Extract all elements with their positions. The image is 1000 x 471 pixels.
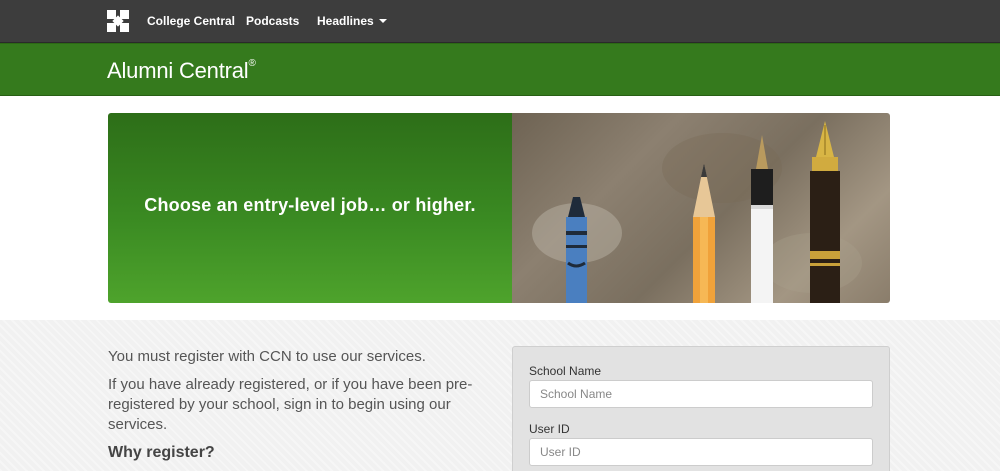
user-id-input[interactable] — [529, 438, 873, 466]
school-name-input[interactable] — [529, 380, 873, 408]
writing-tools-illustration — [566, 121, 840, 303]
page-title: Alumni Central® — [107, 58, 256, 84]
top-navbar: College Central Podcasts Headlines — [0, 0, 1000, 43]
registered-mark: ® — [248, 57, 256, 69]
college-central-logo-icon[interactable] — [107, 10, 129, 32]
nav-college-central[interactable]: College Central — [147, 0, 235, 43]
hero-banner: Choose an entry-level job… or higher. — [108, 113, 890, 303]
why-register-heading: Why register? — [108, 444, 215, 461]
brand-bar: Alumni Central® — [0, 43, 1000, 96]
hero-green-panel: Choose an entry-level job… or higher. — [108, 113, 512, 303]
user-id-label: User ID — [529, 422, 570, 436]
login-panel: School Name User ID — [512, 346, 890, 471]
nav-headlines-label: Headlines — [317, 14, 374, 28]
nav-headlines-dropdown[interactable]: Headlines — [317, 0, 387, 43]
caret-down-icon — [378, 18, 387, 23]
hero-writing-tools-image — [512, 113, 890, 303]
nav-podcasts[interactable]: Podcasts — [246, 0, 299, 43]
hero-tagline: Choose an entry-level job… or higher. — [144, 195, 476, 215]
register-notice: You must register with CCN to use our se… — [108, 348, 426, 365]
page-title-text: Alumni Central — [107, 58, 249, 83]
signin-instructions: If you have already registered, or if yo… — [108, 376, 473, 433]
school-name-label: School Name — [529, 364, 602, 378]
